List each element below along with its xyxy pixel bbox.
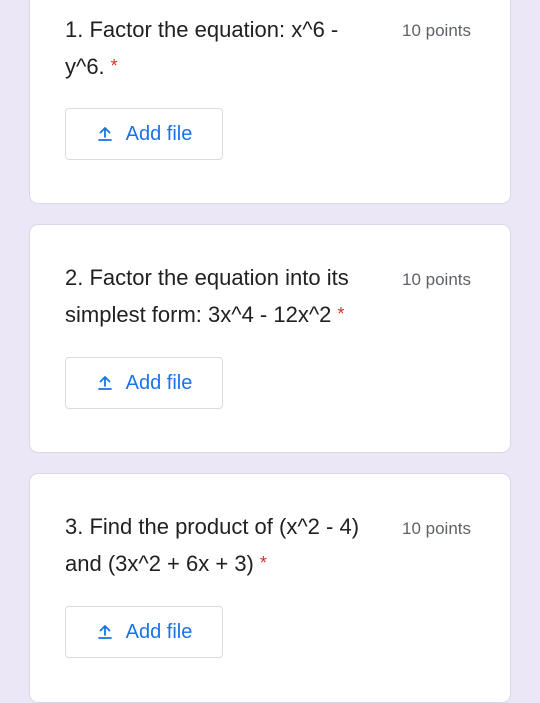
question-card-3: 3. Find the product of (x^2 - 4) and (3x… xyxy=(29,473,511,703)
question-title: 1. Factor the equation: x^6 - y^6. * xyxy=(65,11,365,85)
points-label: 10 points xyxy=(402,519,471,538)
required-asterisk: * xyxy=(110,56,118,76)
add-file-button[interactable]: Add file xyxy=(65,357,223,409)
question-text: 3. Find the product of (x^2 - 4) and (3x… xyxy=(65,514,360,576)
question-text: 2. Factor the equation into its simplest… xyxy=(65,265,349,327)
add-file-button[interactable]: Add file xyxy=(65,606,223,658)
points-label: 10 points xyxy=(402,270,471,289)
upload-icon xyxy=(96,125,114,143)
required-asterisk: * xyxy=(337,304,345,324)
question-card-1: 1. Factor the equation: x^6 - y^6. * 10 p… xyxy=(29,0,511,204)
add-file-label: Add file xyxy=(125,371,193,394)
question-title: 3. Find the product of (x^2 - 4) and (3x… xyxy=(65,508,365,582)
points-label: 10 points xyxy=(402,21,471,40)
question-card-2: 2. Factor the equation into its simplest… xyxy=(29,224,511,453)
question-title: 2. Factor the equation into its simplest… xyxy=(65,259,365,333)
add-file-label: Add file xyxy=(125,620,193,643)
add-file-label: Add file xyxy=(125,122,193,145)
upload-icon xyxy=(96,623,114,641)
upload-icon xyxy=(96,374,114,392)
question-text: 1. Factor the equation: x^6 - y^6. xyxy=(65,17,339,79)
required-asterisk: * xyxy=(259,553,267,573)
add-file-button[interactable]: Add file xyxy=(65,108,223,160)
